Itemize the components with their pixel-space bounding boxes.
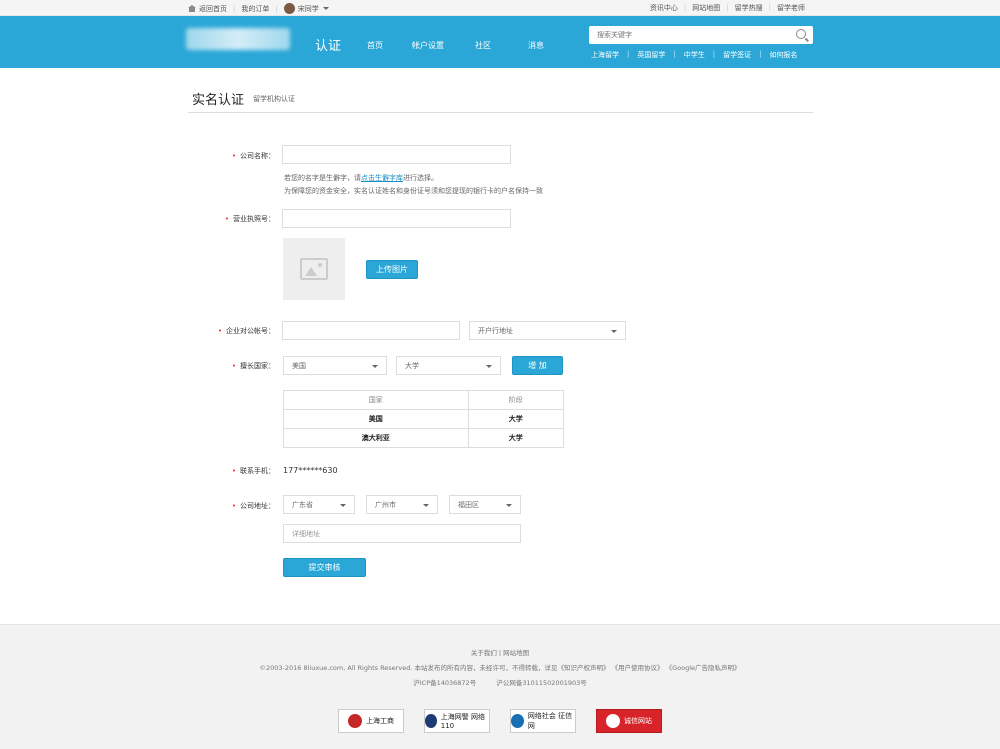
- district-select[interactable]: 福田区: [449, 495, 521, 514]
- chevron-down-icon: [340, 504, 346, 507]
- phone-label: • 联系手机：: [231, 467, 275, 475]
- footer-links[interactable]: 关于我们 | 网站地图: [0, 647, 1000, 657]
- trust-icon: [606, 714, 620, 728]
- top-bar: 返回首页 | 我的订单 | 宋同学 资讯中心 | 网站地图 | 留学热搜 | 留…: [0, 0, 1000, 16]
- nav-community[interactable]: 社区: [475, 40, 491, 51]
- hint-rare-chars: 若您的名字是生僻字，请点击生僻字库进行选择。: [284, 174, 438, 182]
- country-select[interactable]: 美国: [283, 356, 387, 375]
- site-header: 认证 首页 帐户设置 社区 消息 上海留学 | 英国留学 | 中学生 | 留学签…: [0, 16, 1000, 68]
- country-table: 国家 阶段 美国 大学 澳大利亚 大学: [283, 390, 565, 448]
- footer: 关于我们 | 网站地图 ©2003-2016 8liuxue.com, All …: [0, 624, 1000, 749]
- section-title: 认证: [315, 39, 342, 54]
- badge-credit-net[interactable]: 网络社会 征信网: [510, 709, 576, 733]
- top-link-teacher[interactable]: 留学老师: [777, 3, 805, 13]
- username[interactable]: 宋同学: [298, 4, 319, 14]
- chevron-down-icon: [506, 504, 512, 507]
- site-logo[interactable]: [186, 28, 290, 50]
- city-select[interactable]: 广州市: [366, 495, 438, 514]
- divider: [188, 112, 813, 113]
- top-link-hot[interactable]: 留学热搜: [735, 3, 763, 13]
- search-input[interactable]: [589, 26, 779, 44]
- shield-icon: [511, 714, 524, 728]
- nav-messages[interactable]: 消息: [528, 40, 544, 51]
- quick-links: 上海留学 | 英国留学 | 中学生 | 留学签证 | 如何报名: [591, 50, 798, 60]
- footer-registration: 沪ICP备14036872号 沪公网备31011502001903号: [0, 677, 1000, 687]
- icp-number: 沪ICP备14036872号: [413, 679, 477, 687]
- table-header-country: 国家: [283, 390, 469, 410]
- quick-link-middle-school[interactable]: 中学生: [684, 50, 705, 60]
- my-orders-link[interactable]: 我的订单: [241, 4, 269, 14]
- phone-value: 177******630: [283, 466, 338, 475]
- chevron-down-icon: [611, 330, 617, 333]
- license-label: • 营业执照号：: [224, 215, 275, 223]
- table-row: 美国 大学: [283, 409, 565, 429]
- quick-link-shanghai[interactable]: 上海留学: [591, 50, 619, 60]
- submit-button[interactable]: 提交审核: [283, 558, 366, 577]
- account-input[interactable]: [282, 321, 460, 340]
- image-icon: [300, 258, 328, 280]
- nav-home[interactable]: 首页: [367, 40, 383, 51]
- country-label: • 擅长国家：: [231, 362, 275, 370]
- page-title: 实名认证: [192, 93, 245, 108]
- address-label: • 公司地址：: [231, 502, 275, 510]
- add-button[interactable]: 增 加: [512, 356, 563, 375]
- stage-select[interactable]: 大学: [396, 356, 501, 375]
- avatar[interactable]: [283, 3, 295, 14]
- chevron-down-icon[interactable]: [322, 7, 329, 10]
- chevron-down-icon: [486, 365, 492, 368]
- top-link-sitemap[interactable]: 网站地图: [692, 3, 720, 13]
- top-bar-right: 资讯中心 | 网站地图 | 留学热搜 | 留学老师: [649, 3, 805, 13]
- emblem-icon: [348, 714, 362, 728]
- bank-address-select[interactable]: 开户行地址: [469, 321, 626, 340]
- table-header-stage: 阶段: [467, 390, 565, 410]
- page-subtitle: 留学机构认证: [253, 95, 295, 103]
- image-placeholder: [283, 238, 345, 300]
- province-select[interactable]: 广东省: [283, 495, 355, 514]
- rare-chars-link[interactable]: 点击生僻字库: [361, 174, 403, 182]
- chevron-down-icon: [423, 504, 429, 507]
- quick-link-visa[interactable]: 留学签证: [723, 50, 751, 60]
- upload-image-button[interactable]: 上传图片: [366, 260, 418, 279]
- top-bar-left: 返回首页 | 我的订单 | 宋同学: [188, 3, 329, 14]
- back-home-link[interactable]: 返回首页: [199, 4, 227, 14]
- badge-police-110[interactable]: 上海网警 网络110: [424, 709, 490, 733]
- badge-shanghai-business[interactable]: 上海工商: [338, 709, 404, 733]
- police-number: 沪公网备31011502001903号: [496, 679, 587, 687]
- chevron-down-icon: [372, 365, 378, 368]
- search-box: [589, 26, 813, 44]
- company-name-label: • 公司名称：: [231, 152, 275, 160]
- footer-badges: 上海工商 上海网警 网络110 网络社会 征信网 诚信网站: [0, 709, 1000, 733]
- police-icon: [425, 714, 437, 728]
- quick-link-uk[interactable]: 英国留学: [637, 50, 665, 60]
- footer-copyright: ©2003-2016 8liuxue.com, All Rights Reser…: [259, 664, 741, 672]
- top-link-news[interactable]: 资讯中心: [650, 3, 678, 13]
- quick-link-apply[interactable]: 如何报名: [769, 50, 797, 60]
- company-name-input[interactable]: [282, 145, 511, 164]
- badge-trusted-site[interactable]: 诚信网站: [596, 709, 662, 733]
- hint-security: 为保障您的资金安全，实名认证姓名和身份证号须和您提现的银行卡的户名保持一致: [284, 187, 543, 195]
- search-icon[interactable]: [796, 29, 806, 39]
- license-input[interactable]: [282, 209, 511, 228]
- detail-address-input[interactable]: 详细地址: [283, 524, 521, 543]
- table-row: 澳大利亚 大学: [283, 428, 565, 448]
- nav-account-settings[interactable]: 帐户设置: [412, 40, 444, 51]
- home-icon: [188, 5, 196, 12]
- account-label: • 企业对公帐号：: [217, 327, 275, 335]
